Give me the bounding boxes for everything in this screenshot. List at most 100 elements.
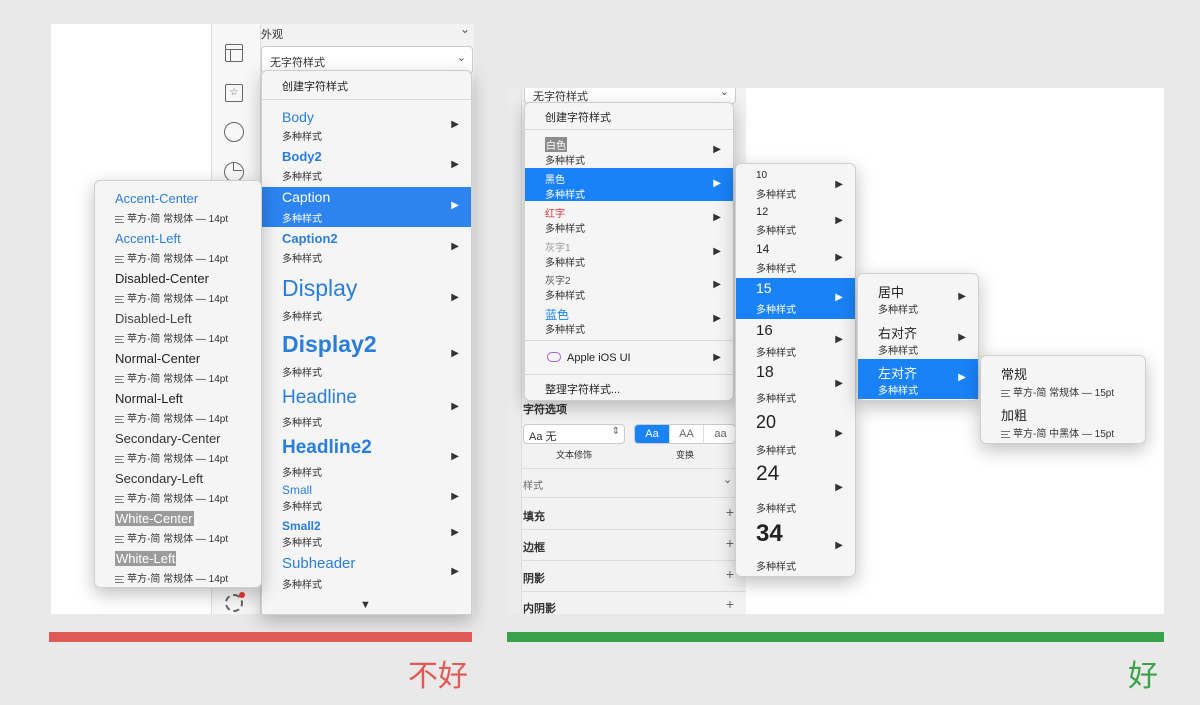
style-name: Subheader — [282, 555, 356, 572]
character-style-item[interactable]: Accent-Center 苹方-简 常规体 — 14pt — [95, 189, 261, 227]
weight-submenu: 常规 苹方-简 常规体 — 15pt 加粗 苹方-简 中黑体 — 15pt — [980, 355, 1146, 444]
align-lines-icon — [115, 455, 124, 463]
settings-icon[interactable] — [225, 592, 245, 612]
text-decoration-select[interactable]: Aa 无 ⇕ — [523, 424, 625, 444]
chart-icon[interactable] — [224, 162, 244, 182]
style-meta-text: 苹方-简 常规体 — 14pt — [127, 254, 229, 265]
chevron-down-icon[interactable]: ⌄ — [460, 24, 470, 36]
style-menu-item[interactable]: Small2 多种样式 ▶ — [262, 517, 471, 551]
palette-icon[interactable] — [224, 122, 244, 142]
scroll-down-icon[interactable]: ▼ — [360, 599, 371, 611]
character-style-item[interactable]: White-Left 苹方-简 常规体 — 14pt — [95, 549, 261, 587]
style-meta: 苹方-简 常规体 — 14pt — [115, 210, 228, 225]
character-style-item[interactable]: Disabled-Center 苹方-简 常规体 — 14pt — [95, 269, 261, 307]
style-name: Accent-Left — [115, 231, 181, 246]
chevron-down-icon[interactable]: ⌄ — [723, 473, 732, 486]
submenu-arrow-icon: ▶ — [958, 291, 966, 302]
style-meta-text: 苹方-简 常规体 — 14pt — [127, 294, 229, 305]
style-sub: 多种样式 — [878, 386, 918, 397]
style-sub: 多种样式 — [282, 580, 322, 591]
layout-icon[interactable] — [225, 44, 243, 62]
character-style-item[interactable]: Normal-Left 苹方-简 常规体 — 14pt — [95, 389, 261, 427]
align-lines-icon — [115, 415, 124, 423]
stepper-icon: ⇕ — [611, 426, 620, 437]
align-lines-icon — [115, 335, 124, 343]
style-menu-item[interactable]: Subheader 多种样式 ▶ — [262, 553, 471, 593]
font-size-item[interactable]: 20 多种样式 ▶ — [736, 410, 855, 460]
submenu-arrow-icon: ▶ — [835, 252, 843, 263]
character-style-item[interactable]: Secondary-Center 苹方-简 常规体 — 14pt — [95, 429, 261, 467]
font-size-item[interactable]: 14 多种样式 ▶ — [736, 240, 855, 278]
font-size-item[interactable]: 16 多种样式 ▶ — [736, 320, 855, 362]
font-weight-item[interactable]: 常规 苹方-简 常规体 — 15pt — [981, 360, 1145, 400]
create-style-item[interactable]: 创建字符样式 — [262, 71, 471, 99]
style-group-item[interactable]: 白色 多种样式 ▶ — [525, 134, 733, 167]
alignment-item[interactable]: 居中 多种样式 ▶ — [858, 278, 978, 318]
align-lines-icon — [115, 295, 124, 303]
style-group-item[interactable]: 黑色 多种样式 ▶ — [525, 168, 733, 201]
submenu-arrow-icon: ▶ — [713, 279, 721, 290]
style-name: Display2 — [282, 331, 377, 357]
add-fill-icon[interactable]: + — [726, 504, 734, 520]
align-lines-icon — [1001, 389, 1010, 397]
transform-option-lowercase[interactable]: aa — [703, 425, 735, 443]
style-meta-text: 苹方-简 常规体 — 14pt — [127, 534, 229, 545]
style-sub: 多种样式 — [756, 348, 796, 359]
style-meta: 苹方-简 常规体 — 14pt — [115, 250, 228, 265]
style-sub: 多种样式 — [282, 214, 322, 225]
style-menu-item[interactable]: Headline 多种样式 ▶ — [262, 385, 471, 431]
style-menu-item[interactable]: Display2 多种样式 ▶ — [262, 329, 471, 381]
symbol-icon[interactable]: ☆ — [225, 84, 243, 102]
alignment-item[interactable]: 右对齐 多种样式 ▶ — [858, 319, 978, 359]
library-apple-ios-ui[interactable]: Apple iOS UI ▶ — [525, 343, 733, 373]
alignment-item[interactable]: 左对齐 多种样式 ▶ — [858, 359, 978, 399]
style-menu-item[interactable]: Caption2 多种样式 ▶ — [262, 229, 471, 267]
style-menu-item[interactable]: Headline2 多种样式 ▶ — [262, 435, 471, 481]
border-row-label: 边框 — [523, 542, 545, 554]
add-inner-shadow-icon[interactable]: + — [726, 596, 734, 612]
submenu-arrow-icon: ▶ — [451, 119, 459, 130]
chevron-down-icon: ⌄ — [456, 52, 466, 64]
style-section-label: 样式 — [523, 481, 543, 492]
style-sub: 多种样式 — [756, 446, 796, 457]
style-meta-text: 苹方-简 中黑体 — 15pt — [1013, 429, 1115, 440]
font-size-item[interactable]: 15 多种样式 ▶ — [736, 278, 855, 319]
style-menu-item[interactable]: Caption 多种样式 ▶ — [262, 187, 471, 227]
style-menu-item[interactable]: Display 多种样式 ▶ — [262, 273, 471, 325]
style-menu-item[interactable]: Body2 多种样式 ▶ — [262, 147, 471, 185]
character-style-item[interactable]: Accent-Left 苹方-简 常规体 — 14pt — [95, 229, 261, 267]
organize-styles-item[interactable]: 整理字符样式... — [525, 376, 733, 400]
character-style-item[interactable]: White-Center 苹方-简 常规体 — 14pt — [95, 509, 261, 547]
style-meta: 苹方-简 常规体 — 14pt — [115, 450, 228, 465]
add-border-icon[interactable]: + — [726, 535, 734, 551]
style-group-item[interactable]: 蓝色 多种样式 ▶ — [525, 303, 733, 336]
transform-option-capitalize[interactable]: Aa — [635, 425, 669, 443]
character-style-item[interactable]: Disabled-Left 苹方-简 常规体 — 14pt — [95, 309, 261, 347]
transform-option-uppercase[interactable]: AA — [669, 425, 703, 443]
submenu-arrow-icon: ▶ — [958, 372, 966, 383]
font-size-item[interactable]: 12 多种样式 ▶ — [736, 204, 855, 240]
font-size-item[interactable]: 34 多种样式 ▶ — [736, 518, 855, 576]
style-name: Secondary-Left — [115, 471, 204, 486]
create-style-item[interactable]: 创建字符样式 — [525, 103, 733, 129]
bad-style-submenu: Accent-Center 苹方-简 常规体 — 14pt Accent-Left 苹… — [94, 180, 262, 588]
character-style-item[interactable]: Secondary-Left 苹方-简 常规体 — 14pt — [95, 469, 261, 507]
style-group-item[interactable]: 灰字1 多种样式 ▶ — [525, 236, 733, 269]
size-submenu: 10 多种样式 ▶ 12 多种样式 ▶ 14 多种样式 ▶ 15 多种样式 ▶ 16 多种样式 ▶ 18 多种样… — [735, 163, 856, 577]
style-menu-item[interactable]: Small 多种样式 ▶ — [262, 481, 471, 515]
style-menu-item[interactable]: Body 多种样式 ▶ — [262, 107, 471, 145]
alignment-name: 右对齐 — [878, 326, 918, 341]
font-size-item[interactable]: 18 多种样式 ▶ — [736, 362, 855, 408]
style-meta-text: 苹方-简 常规体 — 14pt — [127, 414, 229, 425]
style-meta: 苹方-简 常规体 — 14pt — [115, 370, 228, 385]
style-group-item[interactable]: 红字 多种样式 ▶ — [525, 202, 733, 235]
font-size-item[interactable]: 24 多种样式 ▶ — [736, 460, 855, 518]
font-size-item[interactable]: 10 多种样式 ▶ — [736, 168, 855, 204]
style-meta-text: 苹方-简 常规体 — 14pt — [127, 574, 229, 585]
fill-row-label: 填充 — [523, 511, 545, 523]
style-group-item[interactable]: 灰字2 多种样式 ▶ — [525, 269, 733, 302]
add-shadow-icon[interactable]: + — [726, 566, 734, 582]
character-style-item[interactable]: Normal-Center 苹方-简 常规体 — 14pt — [95, 349, 261, 387]
style-sub: 多种样式 — [756, 504, 796, 515]
font-weight-item[interactable]: 加粗 苹方-简 中黑体 — 15pt — [981, 401, 1145, 441]
